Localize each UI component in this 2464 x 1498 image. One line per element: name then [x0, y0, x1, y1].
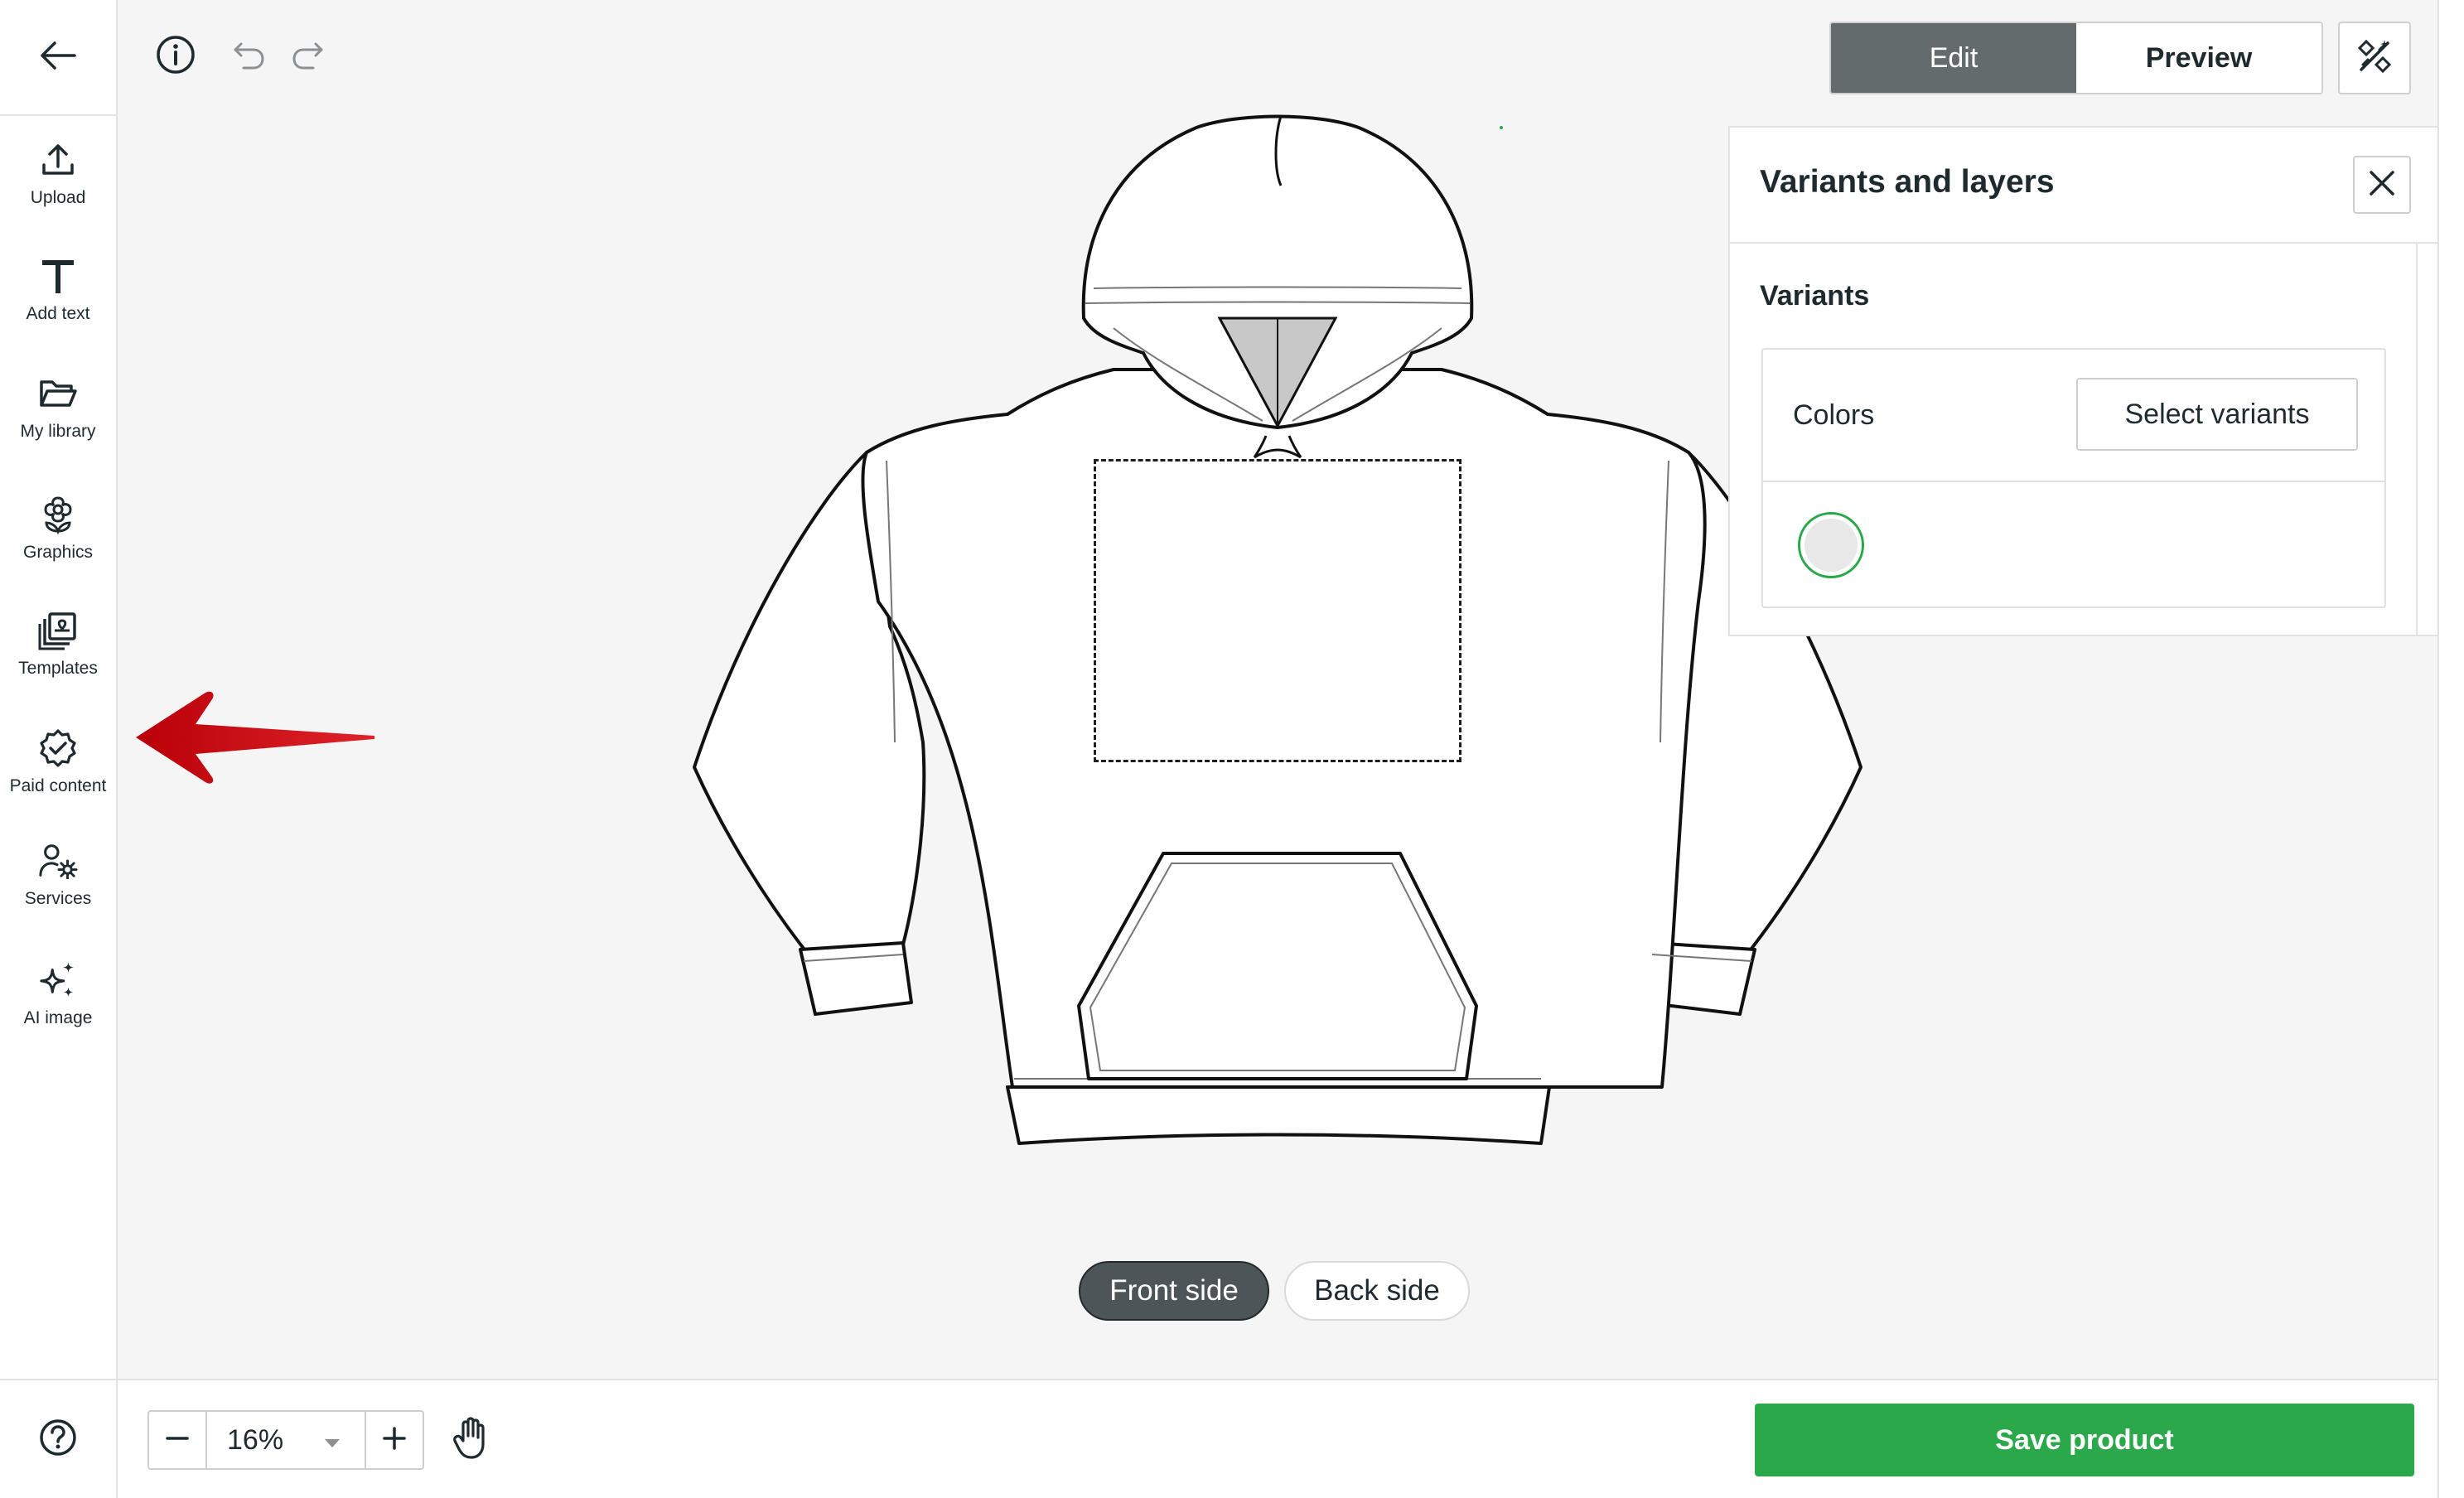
pan-tool-button[interactable]	[442, 1410, 502, 1470]
undo-button[interactable]	[229, 36, 270, 78]
redo-button[interactable]	[287, 36, 328, 78]
edit-preview-toggle: Edit Preview	[1829, 22, 2323, 94]
sidebar-item-paid-content[interactable]: Paid content	[0, 713, 116, 812]
sidebar-item-label: Services	[24, 889, 92, 908]
zoom-in-button[interactable]	[365, 1412, 423, 1468]
hand-pan-icon	[452, 1416, 493, 1465]
color-swatch-selected[interactable]	[1798, 512, 1864, 578]
colors-row: Colors Select variants	[1763, 350, 2384, 482]
back-side-button[interactable]: Back side	[1284, 1261, 1470, 1321]
back-button[interactable]	[0, 0, 116, 116]
sidebar-item-label: Templates	[18, 659, 98, 678]
sidebar-item-label: Graphics	[22, 543, 94, 562]
sidebar-item-label: Add text	[26, 304, 90, 323]
sidebar-item-graphics[interactable]: Graphics	[0, 479, 116, 578]
templates-icon	[38, 611, 78, 650]
plus-icon	[381, 1425, 408, 1456]
panel-scrollbar[interactable]	[2416, 244, 2418, 636]
sidebar-item-upload[interactable]: Upload	[0, 124, 116, 224]
sidebar-item-add-text[interactable]: Add text	[0, 240, 116, 340]
flower-icon	[38, 495, 78, 534]
sidebar-item-label: Paid content	[9, 776, 107, 795]
zoom-control: 16%	[147, 1410, 424, 1470]
panel-header: Variants and layers	[1730, 128, 2439, 244]
redo-icon	[290, 39, 325, 76]
sidebar-item-label: My library	[20, 422, 96, 441]
verified-badge-icon	[38, 728, 78, 768]
minus-icon	[164, 1425, 191, 1456]
preview-mode-button[interactable]: Preview	[2076, 23, 2321, 93]
help-circle-icon	[38, 1418, 78, 1462]
sparkles-icon	[38, 960, 78, 1000]
undo-icon	[232, 39, 267, 76]
sidebar-item-ai-image[interactable]: AI image	[0, 945, 116, 1044]
zoom-out-button[interactable]	[149, 1412, 207, 1468]
variants-layers-panel: Variants and layers Variants Colors Sele…	[1728, 126, 2441, 636]
sidebar-item-templates[interactable]: Templates	[0, 595, 116, 694]
zoom-level-select[interactable]: 16%	[207, 1412, 365, 1468]
right-edge-strip	[2437, 0, 2464, 1498]
panel-title: Variants and layers	[1760, 164, 2055, 200]
bottom-bar: 16% Save product	[118, 1379, 2437, 1498]
red-arrow-annotation	[136, 691, 374, 784]
arrow-left-icon	[38, 39, 78, 76]
sidebar-item-label: Upload	[30, 188, 86, 207]
print-area[interactable]	[1094, 459, 1461, 762]
save-product-button[interactable]: Save product	[1755, 1404, 2414, 1476]
close-panel-button[interactable]	[2353, 156, 2411, 214]
magic-tools-icon	[2355, 36, 2394, 80]
upload-icon	[38, 140, 78, 180]
help-button[interactable]	[0, 1379, 116, 1498]
zoom-value: 16%	[227, 1423, 284, 1456]
color-swatch-fill	[1805, 519, 1858, 572]
edit-mode-button[interactable]: Edit	[1831, 23, 2076, 93]
chevron-down-icon	[323, 1424, 341, 1457]
sidebar-item-services[interactable]: Services	[0, 825, 116, 925]
sidebar-item-label: AI image	[23, 1008, 93, 1027]
design-tools-button[interactable]	[2338, 22, 2411, 94]
front-side-button[interactable]: Front side	[1079, 1261, 1269, 1321]
sidebar-item-my-library[interactable]: My library	[0, 358, 116, 457]
variants-card: Colors Select variants	[1761, 348, 2386, 608]
user-settings-icon	[38, 841, 78, 881]
left-sidebar: Upload Add text My library Graphics Temp…	[0, 0, 118, 1498]
info-icon	[155, 34, 196, 80]
close-icon	[2368, 169, 2396, 201]
colors-label: Colors	[1793, 399, 1875, 431]
info-button[interactable]	[152, 33, 199, 80]
select-variants-button[interactable]: Select variants	[2076, 378, 2358, 451]
text-icon	[38, 256, 78, 296]
folder-icon	[38, 374, 78, 413]
variants-heading: Variants	[1760, 280, 1870, 312]
